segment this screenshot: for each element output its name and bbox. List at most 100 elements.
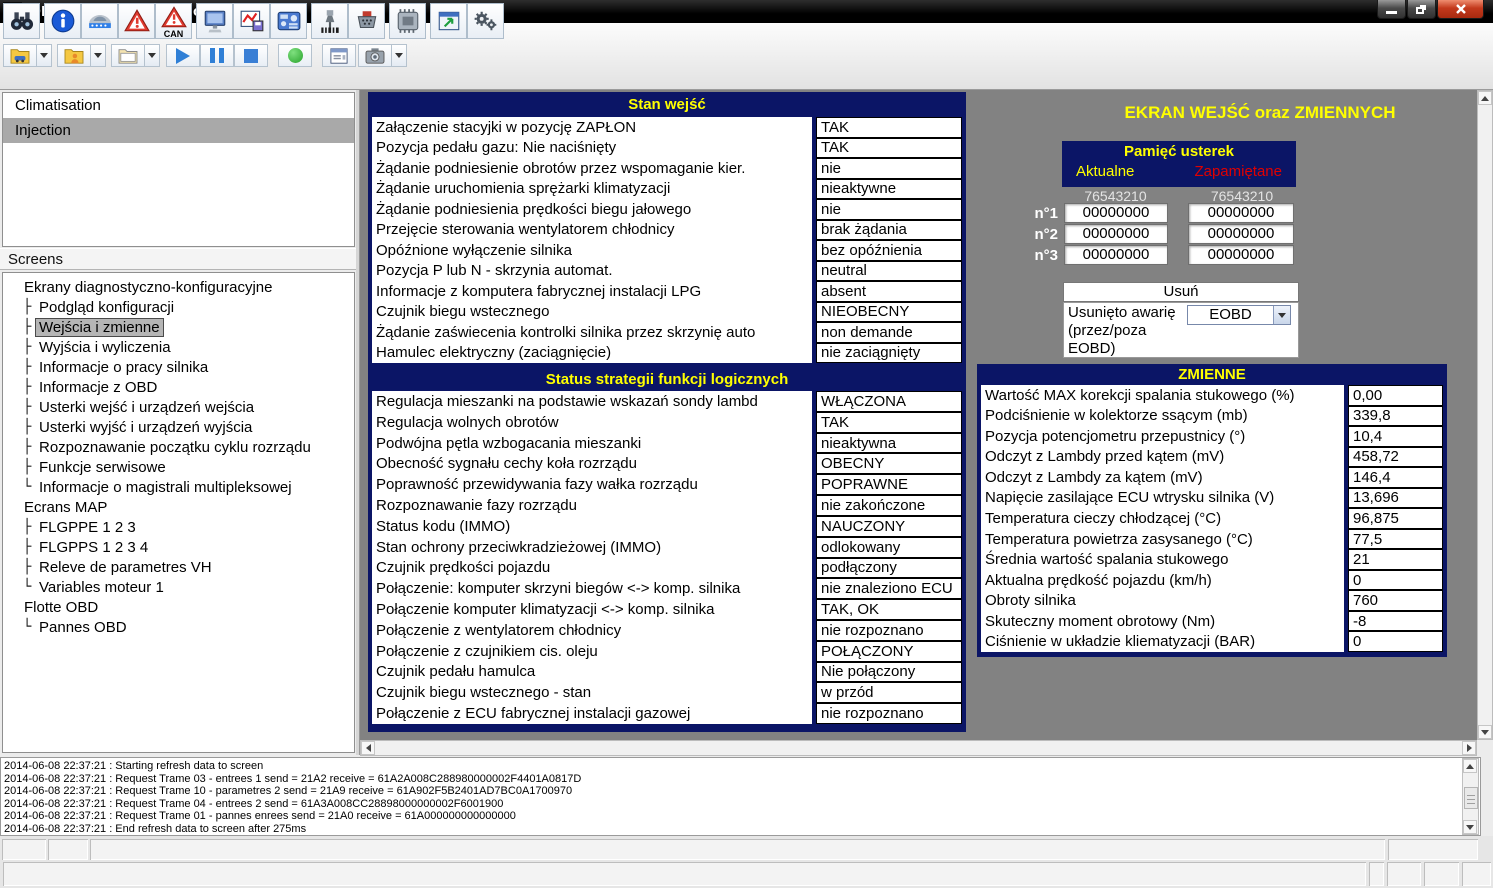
info-button[interactable] — [44, 3, 81, 39]
status-segment — [1462, 862, 1491, 886]
scrollbar-thumb[interactable] — [1464, 787, 1478, 809]
search-binoculars-button[interactable] — [3, 3, 40, 39]
tree-item[interactable]: ├ FLGPPE 1 2 3 — [3, 517, 354, 537]
row-label: Pozycja potencjometru przepustnicy (°) — [981, 426, 1344, 447]
settings-button[interactable] — [467, 3, 504, 39]
table-row: Załączenie stacyjki w pozycję ZAPŁON TAK — [372, 117, 962, 138]
tree-item-label: Wyjścia i wyliczenia — [36, 339, 174, 356]
table-row: Napięcie zasilające ECU wtrysku silnika … — [981, 488, 1443, 509]
fault-stored-field[interactable]: 00000000 — [1188, 224, 1294, 244]
table-row: Żądanie podniesienia prędkości biegu jał… — [372, 199, 962, 220]
log-vertical-scrollbar[interactable] — [1462, 758, 1479, 835]
fault-stored-field[interactable]: 00000000 — [1188, 203, 1294, 223]
communication-log: 2014-06-08 22:37:21 : Starting refresh d… — [0, 757, 1481, 836]
log-line: 2014-06-08 22:37:21 : Request Trame 01 -… — [4, 810, 1460, 823]
row-label: Status kodu (IMMO) — [372, 516, 812, 537]
ecu-chip-button[interactable] — [389, 3, 426, 39]
tree-item[interactable]: └ Informacje o magistrali multipleksowej — [3, 477, 354, 497]
table-row: Podwójna pętla wzbogacania mieszanki nie… — [372, 433, 962, 454]
tree-item[interactable]: ├ Usterki wejść i urządzeń wejścia — [3, 397, 354, 417]
tree-item[interactable]: ├ FLGPPS 1 2 3 4 — [3, 537, 354, 557]
tree-item[interactable]: ├ Podgląd konfiguracji — [3, 297, 354, 317]
tree-item-label: Rozpoznawanie początku cyklu rozrządu — [36, 439, 314, 456]
tree-item[interactable]: ├ Releve de parametres VH — [3, 557, 354, 577]
row-label: Wartość MAX korekcji spalania stukowego … — [981, 385, 1344, 406]
snapshot-dropdown[interactable] — [392, 44, 407, 67]
erase-faults-button[interactable]: Usuń — [1063, 282, 1299, 302]
dtc-warning-button[interactable] — [118, 3, 155, 39]
combo-dropdown-button[interactable] — [1273, 306, 1290, 324]
row-label: Załączenie stacyjki w pozycję ZAPŁON — [372, 117, 812, 138]
table-row: Połączenie: komputer skrzyni biegów <-> … — [372, 578, 962, 599]
snapshot-button[interactable] — [358, 44, 392, 67]
vehicle-button[interactable] — [81, 3, 118, 39]
scroll-down-button[interactable] — [1478, 725, 1492, 739]
tree-item[interactable]: └ Pannes OBD — [3, 617, 354, 637]
tree-branch-icon: ├ — [23, 299, 36, 315]
restore-button[interactable] — [1407, 0, 1436, 19]
row-label: Czujnik biegu wstecznego - stan — [372, 682, 812, 703]
tree-item[interactable]: ├ Rozpoznawanie początku cyklu rozrządu — [3, 437, 354, 457]
tree-branch-icon: ├ — [23, 519, 36, 535]
row-value-box: TAK — [816, 412, 962, 433]
open-window-button[interactable] — [430, 3, 467, 39]
workspace-horizontal-scrollbar[interactable] — [360, 740, 1477, 756]
open-user-session-button[interactable] — [57, 44, 91, 67]
chevron-down-icon — [1278, 313, 1286, 318]
control-panel-button[interactable] — [270, 3, 307, 39]
tree-item[interactable]: Ekrany diagnostyczno-konfiguracyjne — [3, 277, 354, 297]
tree-branch-icon: └ — [23, 619, 36, 635]
open-user-session-dropdown[interactable] — [91, 44, 106, 67]
connector-button[interactable] — [348, 3, 385, 39]
tree-item[interactable]: ├ Informacje o pracy silnika — [3, 357, 354, 377]
erase-mode-select[interactable]: EOBD — [1187, 305, 1291, 325]
open-folder-button[interactable] — [111, 44, 145, 67]
tree-item[interactable]: ├ Informacje z OBD — [3, 377, 354, 397]
tree-item[interactable]: Flotte OBD — [3, 597, 354, 617]
table-row: Temperatura cieczy chłodzącej (°C) 96,87… — [981, 508, 1443, 529]
fault-current-field[interactable]: 00000000 — [1064, 203, 1168, 223]
open-vehicle-session-dropdown[interactable] — [37, 44, 52, 67]
workspace-vertical-scrollbar[interactable] — [1477, 90, 1493, 740]
tree-item-label: Ecrans MAP — [21, 499, 110, 516]
row-label: Połączenie: komputer skrzyni biegów <-> … — [372, 578, 812, 599]
scroll-right-button[interactable] — [1462, 741, 1476, 755]
tree-item[interactable]: ├ Funkcje serwisowe — [3, 457, 354, 477]
form-window-button[interactable] — [322, 44, 356, 67]
tree-item[interactable]: ├ Usterki wyjść i urządzeń wyjścia — [3, 417, 354, 437]
record-button[interactable] — [278, 44, 312, 67]
module-item[interactable]: Injection — [3, 118, 354, 143]
open-folder-dropdown[interactable] — [145, 44, 160, 67]
log-line: 2014-06-08 22:37:21 : Request Trame 03 -… — [4, 773, 1460, 786]
scroll-left-button[interactable] — [361, 741, 375, 755]
open-vehicle-session-button[interactable] — [3, 44, 37, 67]
tree-item[interactable]: └ Variables moteur 1 — [3, 577, 354, 597]
scroll-down-button[interactable] — [1463, 820, 1477, 834]
tree-item[interactable]: ├ Wejścia i zmienne — [3, 317, 354, 337]
fault-current-field[interactable]: 00000000 — [1064, 245, 1168, 265]
tree-item[interactable]: ├ Wyjścia i wyliczenia — [3, 337, 354, 357]
stop-button[interactable] — [234, 44, 268, 67]
row-value-box: bez opóźnienia — [816, 240, 962, 261]
injector-button[interactable] — [311, 3, 348, 39]
minimize-button[interactable] — [1377, 0, 1406, 19]
minimize-icon — [1386, 11, 1397, 14]
play-button[interactable] — [166, 44, 200, 67]
scroll-up-button[interactable] — [1478, 91, 1492, 105]
tree-item-label: Podgląd konfiguracji — [36, 299, 177, 316]
graph-record-button[interactable] — [233, 3, 270, 39]
table-row: Obecność sygnału cechy koła rozrządu OBE… — [372, 453, 962, 474]
pause-button[interactable] — [200, 44, 234, 67]
module-item[interactable]: Climatisation — [3, 93, 354, 118]
tree-branch-icon: ├ — [23, 359, 36, 375]
screens-section-header: Screens — [0, 248, 357, 270]
close-button[interactable] — [1437, 0, 1484, 19]
screen-monitor-button[interactable] — [196, 3, 233, 39]
panel-zmienne: ZMIENNE Wartość MAX korekcji spalania st… — [977, 364, 1447, 657]
fault-current-field[interactable]: 00000000 — [1064, 224, 1168, 244]
can-faults-button[interactable]: CAN — [155, 3, 192, 39]
fault-stored-field[interactable]: 00000000 — [1188, 245, 1294, 265]
tree-item[interactable]: Ecrans MAP — [3, 497, 354, 517]
scroll-up-button[interactable] — [1463, 759, 1477, 773]
row-label: Regulacja mieszanki na podstawie wskazań… — [372, 391, 812, 412]
